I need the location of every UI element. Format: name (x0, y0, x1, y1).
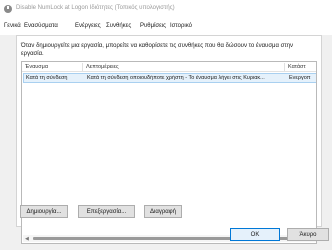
column-status[interactable]: Κατάστ (288, 64, 306, 70)
cell-trigger: Κατά τη σύνδεση (26, 75, 68, 81)
table-row[interactable]: Κατά τη σύνδεση Κατά τη σύνδεση οποιουδή… (23, 73, 316, 83)
column-trigger[interactable]: Έναυσμα (25, 64, 48, 70)
column-divider[interactable] (82, 63, 83, 71)
title-bar: Disable NumLock at Logon Ιδιότητες (Τοπι… (0, 0, 332, 19)
delete-trigger-button[interactable]: Διαγραφή (144, 205, 182, 218)
panel-description: Όταν δημιουργείτε μια εργασία, μπορείτε … (21, 43, 294, 57)
triggers-panel: Όταν δημιουργείτε μια εργασία, μπορείτε … (16, 35, 322, 244)
tab-history[interactable]: Ιστορικό (170, 23, 192, 33)
clock-icon (4, 5, 12, 13)
tab-general[interactable]: Γενικά (4, 23, 21, 33)
cancel-button[interactable]: Άκυρο (287, 228, 329, 241)
tab-settings[interactable]: Ρυθμίσεις (140, 23, 166, 33)
cell-details: Κατά τη σύνδεση οποιουδήποτε χρήστη - Το… (87, 75, 265, 81)
ok-button[interactable]: OK (230, 228, 280, 241)
scroll-left-icon[interactable]: ◀ (25, 236, 29, 242)
tab-actions[interactable]: Ενέργειες (75, 23, 101, 33)
cell-status: Ενεργοπ (289, 75, 311, 81)
tab-strip: Γενικά Ενασύσματα Ενέργειες Συνθήκες Ρυθ… (0, 19, 332, 35)
tab-triggers[interactable]: Ενασύσματα (24, 23, 58, 33)
edit-trigger-button[interactable]: Επεξεργασία... (78, 205, 135, 218)
tab-conditions[interactable]: Συνθήκες (106, 23, 131, 33)
new-trigger-button[interactable]: Δημιουργία... (20, 205, 68, 218)
window-title: Disable NumLock at Logon Ιδιότητες (Τοπι… (16, 5, 175, 11)
properties-window: Disable NumLock at Logon Ιδιότητες (Τοπι… (0, 0, 332, 250)
column-divider[interactable] (284, 63, 285, 71)
list-header: Έναυσμα Λεπτομέρειες Κατάστ (22, 62, 316, 72)
column-details[interactable]: Λεπτομέρειες (86, 64, 119, 70)
